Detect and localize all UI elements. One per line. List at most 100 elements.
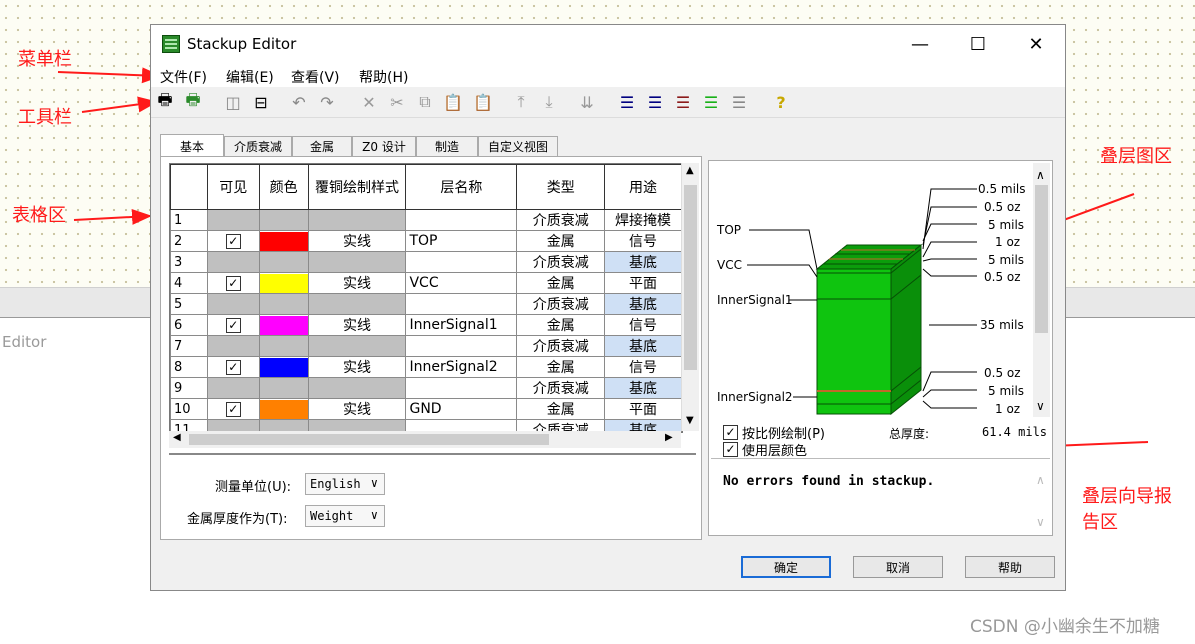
table-row[interactable]: 4 ✓ 实线 VCC 金属 平面	[170, 272, 682, 294]
layer-name-cell[interactable]	[405, 209, 518, 231]
layer-name-cell[interactable]	[405, 377, 518, 399]
usage-cell[interactable]: 信号	[604, 230, 682, 252]
table-row[interactable]: 6 ✓ 实线 InnerSignal1 金属 信号	[170, 314, 682, 336]
usage-cell[interactable]: 基底	[604, 293, 682, 315]
pour-style-cell[interactable]	[307, 251, 407, 273]
scroll-down-icon[interactable]: ∨	[1036, 515, 1045, 529]
color-cell[interactable]	[258, 272, 309, 294]
copy-icon[interactable]: ⧉	[414, 91, 436, 113]
measure-unit-select[interactable]: English ∨	[305, 473, 385, 495]
color-swatch[interactable]	[260, 273, 308, 293]
pour-style-cell[interactable]	[307, 209, 407, 231]
metal-thickness-select[interactable]: Weight ∨	[305, 505, 385, 527]
table-row[interactable]: 3 介质衰减 基底	[170, 251, 682, 273]
visible-cell[interactable]: ✓	[206, 272, 260, 294]
table-row[interactable]: 8 ✓ 实线 InnerSignal2 金属 信号	[170, 356, 682, 378]
usage-cell[interactable]: 信号	[604, 314, 682, 336]
layer-list-green-icon[interactable]: ☰	[700, 91, 722, 113]
table-row[interactable]: 5 介质衰减 基底	[170, 293, 682, 315]
print-icon[interactable]: 🖶	[154, 90, 176, 113]
visible-checkbox[interactable]: ✓	[225, 317, 241, 333]
header-usage[interactable]: 用途	[604, 164, 682, 210]
color-cell[interactable]	[258, 230, 309, 252]
layer-name-cell[interactable]	[405, 293, 518, 315]
visible-cell[interactable]	[206, 293, 260, 315]
visible-cell[interactable]: ✓	[206, 230, 260, 252]
layer-name-cell[interactable]: VCC	[405, 272, 518, 294]
color-cell[interactable]	[258, 293, 309, 315]
type-cell[interactable]: 金属	[516, 356, 606, 378]
layer-name-cell[interactable]: InnerSignal2	[405, 356, 518, 378]
scroll-up-icon[interactable]: ∧	[1036, 473, 1045, 487]
tab-metal[interactable]: 金属	[292, 136, 352, 156]
insert-above-icon[interactable]: ⤒	[510, 91, 532, 113]
sort-icon[interactable]: ⇊	[576, 91, 598, 113]
table-row[interactable]: 2 ✓ 实线 TOP 金属 信号	[170, 230, 682, 252]
layer-name-cell[interactable]: GND	[405, 398, 518, 420]
layer-list-red-icon[interactable]: ☰	[672, 91, 694, 113]
type-cell[interactable]: 介质衰减	[516, 209, 606, 231]
type-cell[interactable]: 介质衰减	[516, 335, 606, 357]
header-type[interactable]: 类型	[516, 164, 606, 210]
help-query-icon[interactable]: ?	[770, 91, 792, 113]
layer-name-cell[interactable]	[405, 335, 518, 357]
color-swatch[interactable]	[260, 315, 308, 335]
delete-icon[interactable]: ✕	[358, 91, 380, 113]
color-cell[interactable]	[258, 314, 309, 336]
color-swatch[interactable]	[260, 357, 308, 377]
visible-checkbox[interactable]: ✓	[225, 233, 241, 249]
table-row[interactable]: 7 介质衰减 基底	[170, 335, 682, 357]
table-row[interactable]: 10 ✓ 实线 GND 金属 平面	[170, 398, 682, 420]
layer-name-cell[interactable]	[405, 251, 518, 273]
tab-fabrication[interactable]: 制造	[416, 136, 478, 156]
type-cell[interactable]: 介质衰减	[516, 251, 606, 273]
color-swatch[interactable]	[260, 231, 308, 251]
type-cell[interactable]: 金属	[516, 314, 606, 336]
visible-checkbox[interactable]: ✓	[225, 275, 241, 291]
insert-below-icon[interactable]: ⤓	[538, 91, 560, 113]
header-color[interactable]: 颜色	[258, 164, 309, 210]
visible-cell[interactable]	[206, 251, 260, 273]
undo-icon[interactable]: ↶	[288, 91, 310, 113]
usage-cell[interactable]: 焊接掩模	[604, 209, 682, 231]
tab-basic[interactable]: 基本	[160, 134, 224, 158]
layer-info-icon[interactable]: ☰	[616, 91, 638, 113]
usage-cell[interactable]: 基底	[604, 251, 682, 273]
ok-button[interactable]: 确定	[741, 556, 831, 578]
visible-cell[interactable]	[206, 209, 260, 231]
menu-file[interactable]: 文件(F)	[160, 67, 207, 87]
pour-style-cell[interactable]: 实线	[307, 356, 407, 378]
tab-custom-view[interactable]: 自定义视图	[478, 136, 558, 156]
color-cell[interactable]	[258, 251, 309, 273]
redo-icon[interactable]: ↷	[316, 91, 338, 113]
color-cell[interactable]	[258, 356, 309, 378]
pour-style-cell[interactable]	[307, 335, 407, 357]
color-swatch[interactable]	[260, 399, 308, 419]
usage-cell[interactable]: 基底	[604, 335, 682, 357]
pour-style-cell[interactable]: 实线	[307, 230, 407, 252]
help-button[interactable]: 帮助	[965, 556, 1055, 578]
vertical-scroll-thumb[interactable]	[684, 185, 697, 370]
visible-checkbox[interactable]: ✓	[225, 359, 241, 375]
usage-cell[interactable]: 平面	[604, 398, 682, 420]
table-row[interactable]: 9 介质衰减 基底	[170, 377, 682, 399]
scroll-down-icon[interactable]: ▼	[686, 415, 694, 426]
color-cell[interactable]	[258, 335, 309, 357]
scroll-down-icon[interactable]: ∨	[1036, 399, 1045, 413]
layer-list-blue-icon[interactable]: ☰	[644, 91, 666, 113]
tab-dielectric[interactable]: 介质衰减	[224, 136, 292, 156]
visible-cell[interactable]: ✓	[206, 314, 260, 336]
use-layer-colors-option[interactable]: ✓ 使用层颜色	[723, 440, 807, 459]
visible-cell[interactable]	[206, 377, 260, 399]
pour-style-cell[interactable]: 实线	[307, 272, 407, 294]
draw-to-scale-checkbox[interactable]: ✓	[723, 425, 738, 440]
type-cell[interactable]: 介质衰减	[516, 377, 606, 399]
color-cell[interactable]	[258, 209, 309, 231]
type-cell[interactable]: 介质衰减	[516, 293, 606, 315]
table-horizontal-scrollbar[interactable]: ◀ ▶	[169, 431, 681, 448]
pour-style-cell[interactable]	[307, 377, 407, 399]
report-scrollbar[interactable]: ∧ ∨	[1033, 465, 1050, 535]
layer-name-cell[interactable]: TOP	[405, 230, 518, 252]
menu-edit[interactable]: 编辑(E)	[226, 67, 274, 87]
split-vertical-icon[interactable]: ◫	[222, 91, 244, 113]
